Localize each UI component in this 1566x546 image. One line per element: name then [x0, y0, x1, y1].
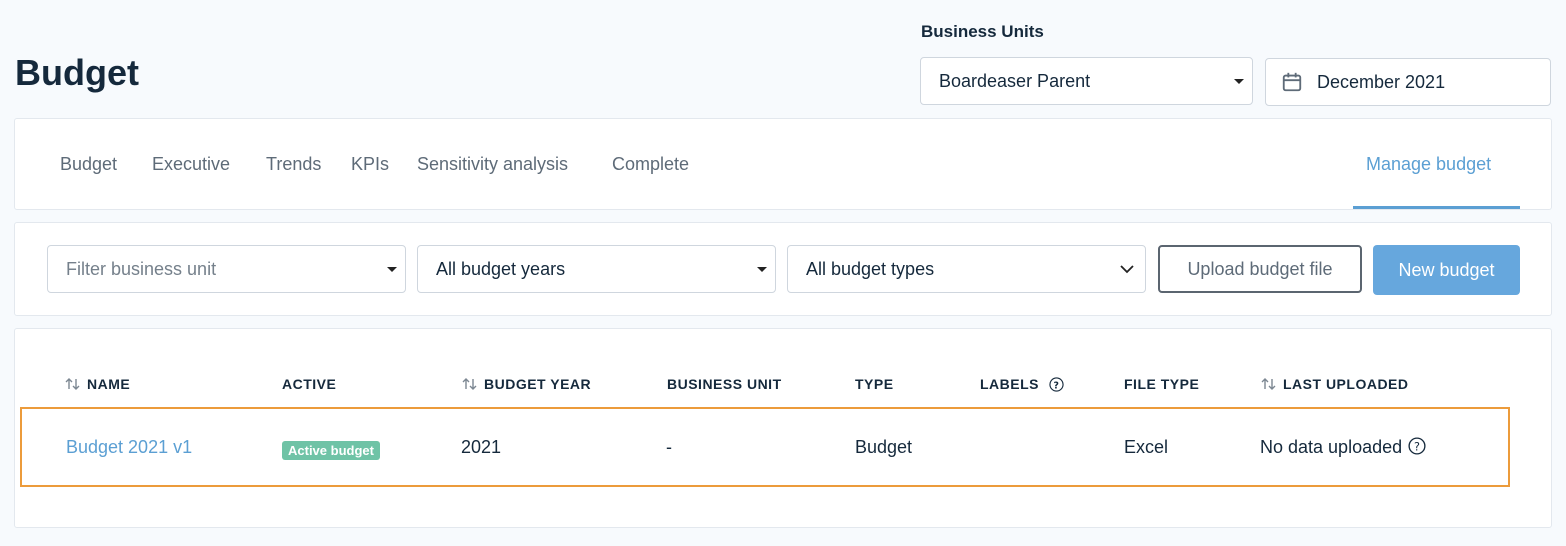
budget-table: NAME ACTIVE BUDGET YEAR BUSINESS UNIT TY… [14, 328, 1552, 528]
tab-kpis[interactable]: KPIs [351, 154, 389, 175]
svg-text:?: ? [1414, 441, 1420, 454]
column-header-business-unit: BUSINESS UNIT [667, 376, 782, 392]
tab-complete[interactable]: Complete [612, 154, 689, 175]
active-tab-indicator [1353, 206, 1520, 209]
business-unit-select[interactable]: Boardeaser Parent [920, 57, 1253, 105]
column-label: TYPE [855, 376, 894, 392]
column-label: LABELS [980, 376, 1039, 392]
column-label: FILE TYPE [1124, 376, 1200, 392]
upload-budget-file-button[interactable]: Upload budget file [1158, 245, 1362, 293]
sort-icon [65, 378, 80, 390]
business-unit-filter-placeholder: Filter business unit [66, 258, 217, 279]
help-icon[interactable]: ? [1049, 376, 1064, 392]
calendar-icon [1282, 72, 1302, 92]
sort-icon [1261, 378, 1276, 390]
caret-down-icon [1234, 79, 1244, 84]
budget-years-select[interactable]: All budget years [417, 245, 776, 293]
new-budget-button[interactable]: New budget [1373, 245, 1520, 295]
budget-name-link[interactable]: Budget 2021 v1 [66, 437, 192, 458]
caret-down-icon [757, 267, 767, 272]
tab-manage-budget[interactable]: Manage budget [1366, 154, 1491, 175]
status-badge: Active budget [282, 441, 380, 460]
budget-years-value: All budget years [436, 258, 566, 279]
type-cell: Budget [855, 437, 913, 457]
tab-sensitivity-analysis[interactable]: Sensitivity analysis [417, 154, 568, 175]
business-unit-cell: - [666, 437, 672, 457]
tabs-bar: Budget Executive Trends KPIs Sensitivity… [14, 118, 1552, 210]
business-units-label: Business Units [921, 22, 1044, 41]
budget-types-value: All budget types [806, 258, 935, 279]
file-type-cell: Excel [1124, 437, 1169, 457]
column-header-type: TYPE [855, 376, 894, 392]
help-icon[interactable]: ? [1408, 437, 1426, 455]
business-unit-value: Boardeaser Parent [939, 70, 1091, 91]
tab-budget[interactable]: Budget [60, 154, 117, 175]
date-value: December 2021 [1317, 71, 1446, 92]
column-header-labels: LABELS ? [980, 376, 1064, 392]
column-header-file-type: FILE TYPE [1124, 376, 1199, 392]
last-uploaded-cell: No data uploaded ? [1260, 437, 1426, 458]
column-label: NAME [87, 376, 131, 392]
date-picker[interactable]: December 2021 [1265, 58, 1551, 106]
column-header-last-uploaded[interactable]: LAST UPLOADED [1261, 376, 1409, 392]
business-unit-filter[interactable]: Filter business unit [47, 245, 406, 293]
caret-down-icon [387, 267, 397, 272]
chevron-down-icon [1120, 265, 1134, 274]
svg-text:?: ? [1054, 380, 1060, 391]
column-header-name[interactable]: NAME [65, 376, 130, 392]
table-row[interactable]: Budget 2021 v1 Active budget 2021 - Budg… [15, 409, 1505, 487]
column-label: ACTIVE [282, 376, 337, 392]
tab-executive[interactable]: Executive [152, 154, 230, 175]
column-label: BUDGET YEAR [484, 376, 592, 392]
sort-icon [462, 378, 477, 390]
column-header-active: ACTIVE [282, 376, 336, 392]
tab-trends[interactable]: Trends [266, 154, 321, 175]
column-label: LAST UPLOADED [1283, 376, 1409, 392]
column-header-budget-year[interactable]: BUDGET YEAR [462, 376, 591, 392]
page-title: Budget [15, 52, 139, 93]
budget-types-select[interactable]: All budget types [787, 245, 1146, 293]
filters-bar: Filter business unit All budget years Al… [14, 222, 1552, 316]
budget-year-cell: 2021 [461, 437, 502, 457]
column-label: BUSINESS UNIT [667, 376, 782, 392]
last-uploaded-value: No data uploaded [1260, 437, 1403, 457]
